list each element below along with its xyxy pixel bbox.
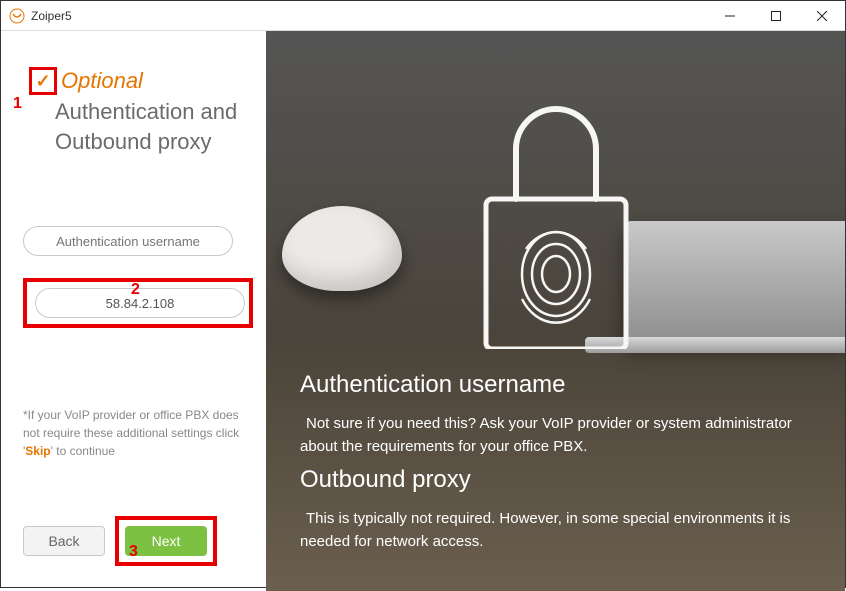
- titlebar: Zoiper5: [1, 1, 845, 31]
- optional-checkbox[interactable]: ✓: [29, 67, 57, 95]
- inputs-group: [23, 226, 248, 328]
- right-heading-proxy: Outbound proxy: [300, 466, 811, 494]
- window-controls: [707, 1, 845, 31]
- mouse-illustration: [282, 206, 402, 291]
- app-window: Zoiper5 1 2 3 ✓ Optional: [0, 0, 846, 588]
- close-button[interactable]: [799, 1, 845, 31]
- maximize-button[interactable]: [753, 1, 799, 31]
- outbound-proxy-input[interactable]: [35, 288, 245, 318]
- check-icon: ✓: [35, 71, 50, 92]
- right-text-block: Authentication username Not sure if you …: [300, 371, 811, 561]
- subtitle-line-1: Authentication and: [55, 97, 248, 127]
- lock-fingerprint-icon: [456, 49, 656, 349]
- optional-label: Optional: [61, 68, 143, 94]
- footnote-suffix: ' to continue: [51, 444, 115, 458]
- window-title: Zoiper5: [31, 9, 72, 23]
- annotation-2: 2: [131, 281, 140, 299]
- footnote: *If your VoIP provider or office PBX doe…: [23, 406, 248, 460]
- annotation-1: 1: [13, 95, 22, 113]
- back-button[interactable]: Back: [23, 526, 105, 556]
- subtitle: Authentication and Outbound proxy: [55, 97, 248, 156]
- right-para-proxy: This is typically not required. However,…: [300, 508, 811, 553]
- right-para-auth: Not sure if you need this? Ask your VoIP…: [300, 413, 811, 458]
- app-icon: [9, 8, 25, 24]
- optional-row: ✓ Optional: [29, 67, 248, 95]
- content-area: 1 2 3 ✓ Optional Authentication and Outb…: [1, 31, 845, 591]
- annotation-3: 3: [129, 543, 138, 561]
- auth-username-input[interactable]: [23, 226, 233, 256]
- right-heading-auth: Authentication username: [300, 371, 811, 399]
- left-panel: 1 2 3 ✓ Optional Authentication and Outb…: [1, 31, 266, 591]
- footnote-skip: Skip: [25, 444, 50, 458]
- subtitle-line-2: Outbound proxy: [55, 127, 248, 157]
- right-panel: Authentication username Not sure if you …: [266, 31, 845, 591]
- minimize-button[interactable]: [707, 1, 753, 31]
- laptop-illustration: [625, 221, 845, 341]
